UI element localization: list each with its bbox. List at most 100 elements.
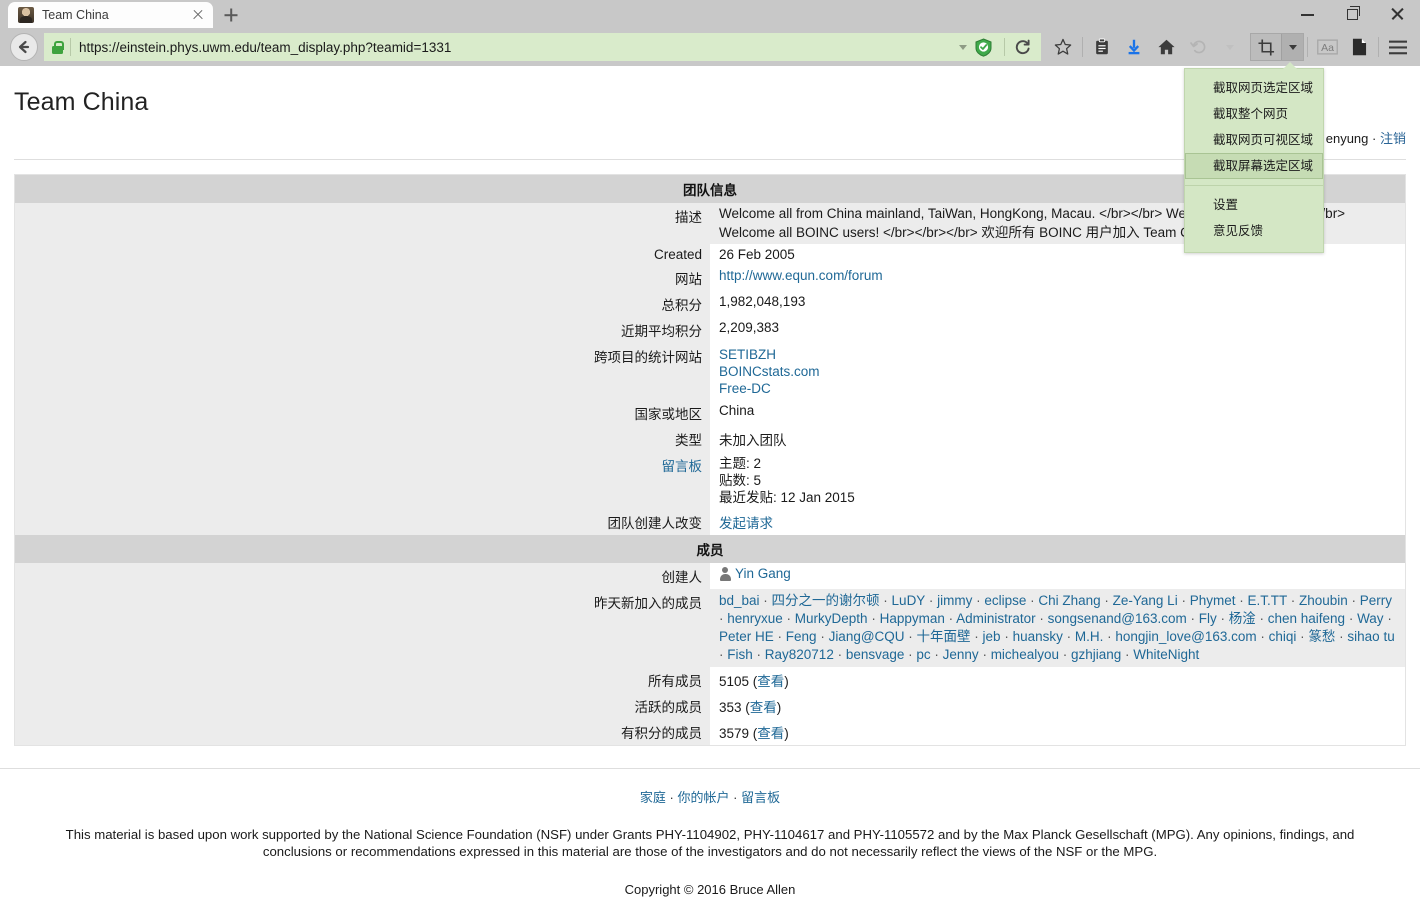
member-link[interactable]: michealyou: [991, 647, 1059, 662]
footer-nav-link[interactable]: 家庭: [640, 790, 666, 805]
active-members-count: 353: [719, 700, 742, 715]
member-link[interactable]: jimmy: [937, 593, 972, 608]
menu-item-capture-visible-area[interactable]: 截取网页可视区域: [1185, 127, 1323, 153]
font-size-icon[interactable]: Aa: [1311, 32, 1343, 62]
menu-item-feedback[interactable]: 意见反馈: [1185, 218, 1323, 244]
logout-link[interactable]: 注销: [1380, 131, 1406, 146]
member-link[interactable]: henryxue: [727, 611, 783, 626]
footer-nav-link[interactable]: 留言板: [741, 790, 780, 805]
toolbar-separator-2: [1307, 37, 1308, 57]
menu-icon[interactable]: [1382, 32, 1414, 62]
clipboard-icon[interactable]: [1086, 32, 1118, 62]
capture-icon[interactable]: [1251, 34, 1281, 60]
member-link[interactable]: Zhoubin: [1299, 593, 1348, 608]
menu-item-capture-screen-region[interactable]: 截取屏幕选定区域: [1185, 153, 1323, 179]
member-link[interactable]: Peter HE: [719, 629, 774, 644]
undo-icon: [1182, 32, 1214, 62]
member-link[interactable]: Perry: [1360, 593, 1392, 608]
row-value-new-members: bd_bai · 四分之一的谢尔顿 · LuDY · jimmy · eclip…: [710, 589, 1406, 667]
member-link[interactable]: bd_bai: [719, 593, 760, 608]
view-credited-members-link[interactable]: 查看: [757, 726, 784, 741]
member-link[interactable]: jeb: [983, 629, 1001, 644]
member-link[interactable]: 杨淦: [1229, 611, 1256, 626]
credited-members-count: 3579: [719, 726, 750, 741]
footer-nav: 家庭 · 你的帐户 · 留言板: [0, 787, 1420, 806]
row-value-country: China: [710, 400, 1406, 426]
member-link[interactable]: chen haifeng: [1268, 611, 1345, 626]
home-icon[interactable]: [1150, 32, 1182, 62]
member-link[interactable]: eclipse: [984, 593, 1026, 608]
member-link[interactable]: Administrator: [956, 611, 1036, 626]
member-link[interactable]: Jenny: [943, 647, 979, 662]
row-label-cross-project-stats: 跨项目的统计网站: [14, 343, 710, 400]
posts-count: 贴数: 5: [719, 473, 762, 488]
member-link[interactable]: Chi Zhang: [1038, 593, 1100, 608]
address-bar[interactable]: https://einstein.phys.uwm.edu/team_displ…: [44, 33, 1041, 61]
menu-item-capture-selected-region[interactable]: 截取网页选定区域: [1185, 75, 1323, 101]
message-board-link[interactable]: 留言板: [662, 459, 703, 474]
member-separator: ·: [752, 647, 765, 662]
minimize-icon[interactable]: [1285, 0, 1330, 28]
member-link[interactable]: Ray820712: [765, 647, 834, 662]
founder-change-request-link[interactable]: 发起请求: [719, 516, 773, 531]
reader-icon[interactable]: [1343, 32, 1375, 62]
stats-link-setibzh[interactable]: SETIBZH: [719, 347, 776, 362]
member-link[interactable]: Jiang@CQU: [829, 629, 905, 644]
member-link[interactable]: Feng: [786, 629, 817, 644]
member-separator: ·: [1255, 611, 1268, 626]
member-link[interactable]: songsenand@163.com: [1048, 611, 1187, 626]
browser-tab[interactable]: Team China: [8, 2, 213, 28]
member-link[interactable]: gzhjiang: [1071, 647, 1121, 662]
member-link[interactable]: Way: [1357, 611, 1384, 626]
member-link[interactable]: Happyman: [880, 611, 945, 626]
stats-link-boincstats[interactable]: BOINCstats.com: [719, 364, 820, 379]
chevron-down-icon[interactable]: [959, 44, 967, 50]
view-active-members-link[interactable]: 查看: [750, 700, 777, 715]
member-separator: ·: [944, 611, 957, 626]
member-link[interactable]: LuDY: [892, 593, 926, 608]
member-link[interactable]: huansky: [1013, 629, 1063, 644]
close-icon[interactable]: [189, 6, 207, 24]
member-link[interactable]: Phymet: [1190, 593, 1236, 608]
table-row: 所有成员 5105 (查看): [14, 667, 1406, 693]
member-link[interactable]: bensvage: [846, 647, 905, 662]
member-link[interactable]: Ze-Yang Li: [1113, 593, 1178, 608]
member-link[interactable]: MurkyDepth: [795, 611, 868, 626]
member-link[interactable]: E.T.TT: [1247, 593, 1287, 608]
page-title: Team China: [14, 88, 149, 116]
shield-icon[interactable]: [975, 37, 992, 57]
member-link[interactable]: 四分之一的谢尔顿: [772, 593, 880, 608]
download-icon[interactable]: [1118, 32, 1150, 62]
member-separator: ·: [867, 611, 880, 626]
star-icon[interactable]: [1047, 32, 1079, 62]
website-link[interactable]: http://www.equn.com/forum: [719, 268, 883, 283]
back-button[interactable]: [10, 33, 38, 61]
view-all-members-link[interactable]: 查看: [757, 674, 784, 689]
copyright-text: Copyright © 2016 Bruce Allen: [624, 882, 796, 897]
member-link[interactable]: WhiteNight: [1133, 647, 1199, 662]
member-link[interactable]: hongjin_love@163.com: [1115, 629, 1256, 644]
stats-link-freedc[interactable]: Free-DC: [719, 381, 771, 396]
member-separator: ·: [1121, 647, 1134, 662]
row-value-founder-change: 发起请求: [710, 509, 1406, 535]
maximize-icon[interactable]: [1330, 0, 1375, 28]
member-separator: ·: [925, 593, 938, 608]
menu-item-settings[interactable]: 设置: [1185, 192, 1323, 218]
new-tab-button[interactable]: [217, 2, 245, 28]
member-link[interactable]: 十年面壁: [917, 629, 971, 644]
member-link[interactable]: chiqi: [1269, 629, 1297, 644]
capture-dropdown-icon[interactable]: [1281, 34, 1303, 60]
window-close-icon[interactable]: [1375, 0, 1420, 28]
member-link[interactable]: Fish: [727, 647, 753, 662]
reload-icon[interactable]: [1011, 36, 1033, 58]
member-link[interactable]: Fly: [1199, 611, 1217, 626]
member-separator: ·: [1035, 611, 1048, 626]
footer-nav-link[interactable]: 你的帐户: [677, 790, 729, 805]
menu-item-capture-whole-page[interactable]: 截取整个网页: [1185, 101, 1323, 127]
url-text: https://einstein.phys.uwm.edu/team_displ…: [79, 39, 452, 55]
member-link[interactable]: pc: [916, 647, 930, 662]
member-link[interactable]: sihao tu: [1347, 629, 1394, 644]
member-link[interactable]: M.H.: [1075, 629, 1104, 644]
member-link[interactable]: 篆愁: [1308, 629, 1335, 644]
founder-link[interactable]: Yin Gang: [735, 566, 791, 581]
